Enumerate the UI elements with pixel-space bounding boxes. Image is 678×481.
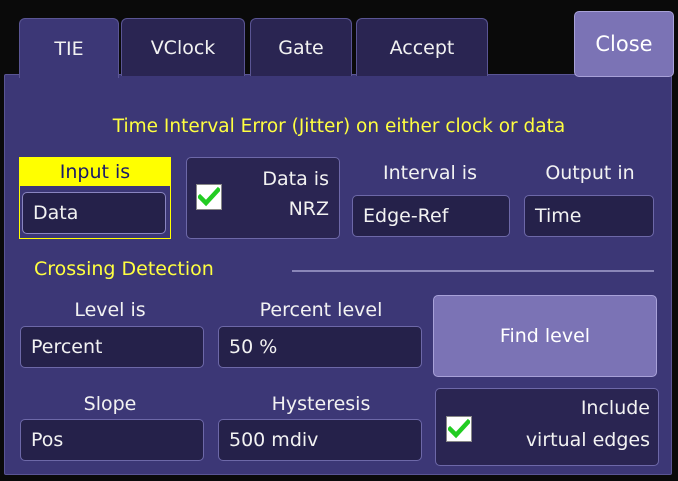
close-button-label: Close bbox=[595, 32, 653, 56]
slope-label: Slope bbox=[83, 393, 137, 415]
tab-accept-label: Accept bbox=[389, 36, 455, 59]
tab-gate[interactable]: Gate bbox=[250, 18, 352, 76]
crossing-detection-heading: Crossing Detection bbox=[34, 258, 214, 280]
tab-vclock[interactable]: VClock bbox=[121, 18, 245, 76]
checkmark-icon bbox=[198, 186, 220, 207]
hysteresis-label: Hysteresis bbox=[271, 393, 371, 415]
data-is-nrz-toggle[interactable]: Data is NRZ bbox=[186, 157, 340, 239]
section-divider bbox=[292, 270, 654, 272]
tab-vclock-label: VClock bbox=[150, 36, 216, 59]
virtual-edges-label-2: virtual edges bbox=[525, 429, 650, 451]
output-in-select[interactable]: Time bbox=[524, 195, 654, 237]
hysteresis-input[interactable]: 500 mdiv bbox=[218, 419, 422, 461]
level-is-label: Level is bbox=[74, 299, 146, 321]
tab-gate-label: Gate bbox=[278, 36, 324, 59]
percent-level-input[interactable]: 50 % bbox=[218, 326, 422, 368]
tab-accept[interactable]: Accept bbox=[356, 18, 488, 76]
close-button[interactable]: Close bbox=[574, 11, 674, 77]
virtual-edges-label-1: Include bbox=[580, 397, 650, 419]
include-virtual-edges-toggle[interactable]: Include virtual edges bbox=[435, 388, 659, 466]
find-level-label: Find level bbox=[499, 325, 591, 347]
checkmark-icon bbox=[448, 418, 470, 439]
level-is-select[interactable]: Percent bbox=[20, 326, 204, 368]
interval-is-label: Interval is bbox=[383, 162, 477, 184]
tab-tie-label: TIE bbox=[54, 37, 84, 60]
virtual-edges-checkbox[interactable] bbox=[446, 416, 472, 442]
slope-select[interactable]: Pos bbox=[20, 419, 204, 461]
data-nrz-label-2: NRZ bbox=[288, 198, 329, 220]
tie-dialog: TIE VClock Gate Accept Close Time Interv… bbox=[0, 0, 678, 481]
output-in-label: Output in bbox=[545, 162, 635, 184]
input-is-group: Input is Data bbox=[19, 157, 171, 239]
percent-level-label: Percent level bbox=[259, 299, 383, 321]
input-is-select[interactable]: Data bbox=[22, 192, 166, 234]
tab-tie[interactable]: TIE bbox=[19, 18, 119, 78]
data-nrz-label-1: Data is bbox=[262, 168, 329, 190]
interval-is-select[interactable]: Edge-Ref bbox=[352, 195, 510, 237]
input-is-label: Input is bbox=[20, 158, 170, 186]
page-title: Time Interval Error (Jitter) on either c… bbox=[112, 116, 566, 137]
find-level-button[interactable]: Find level bbox=[433, 295, 657, 377]
data-nrz-checkbox[interactable] bbox=[196, 184, 222, 210]
